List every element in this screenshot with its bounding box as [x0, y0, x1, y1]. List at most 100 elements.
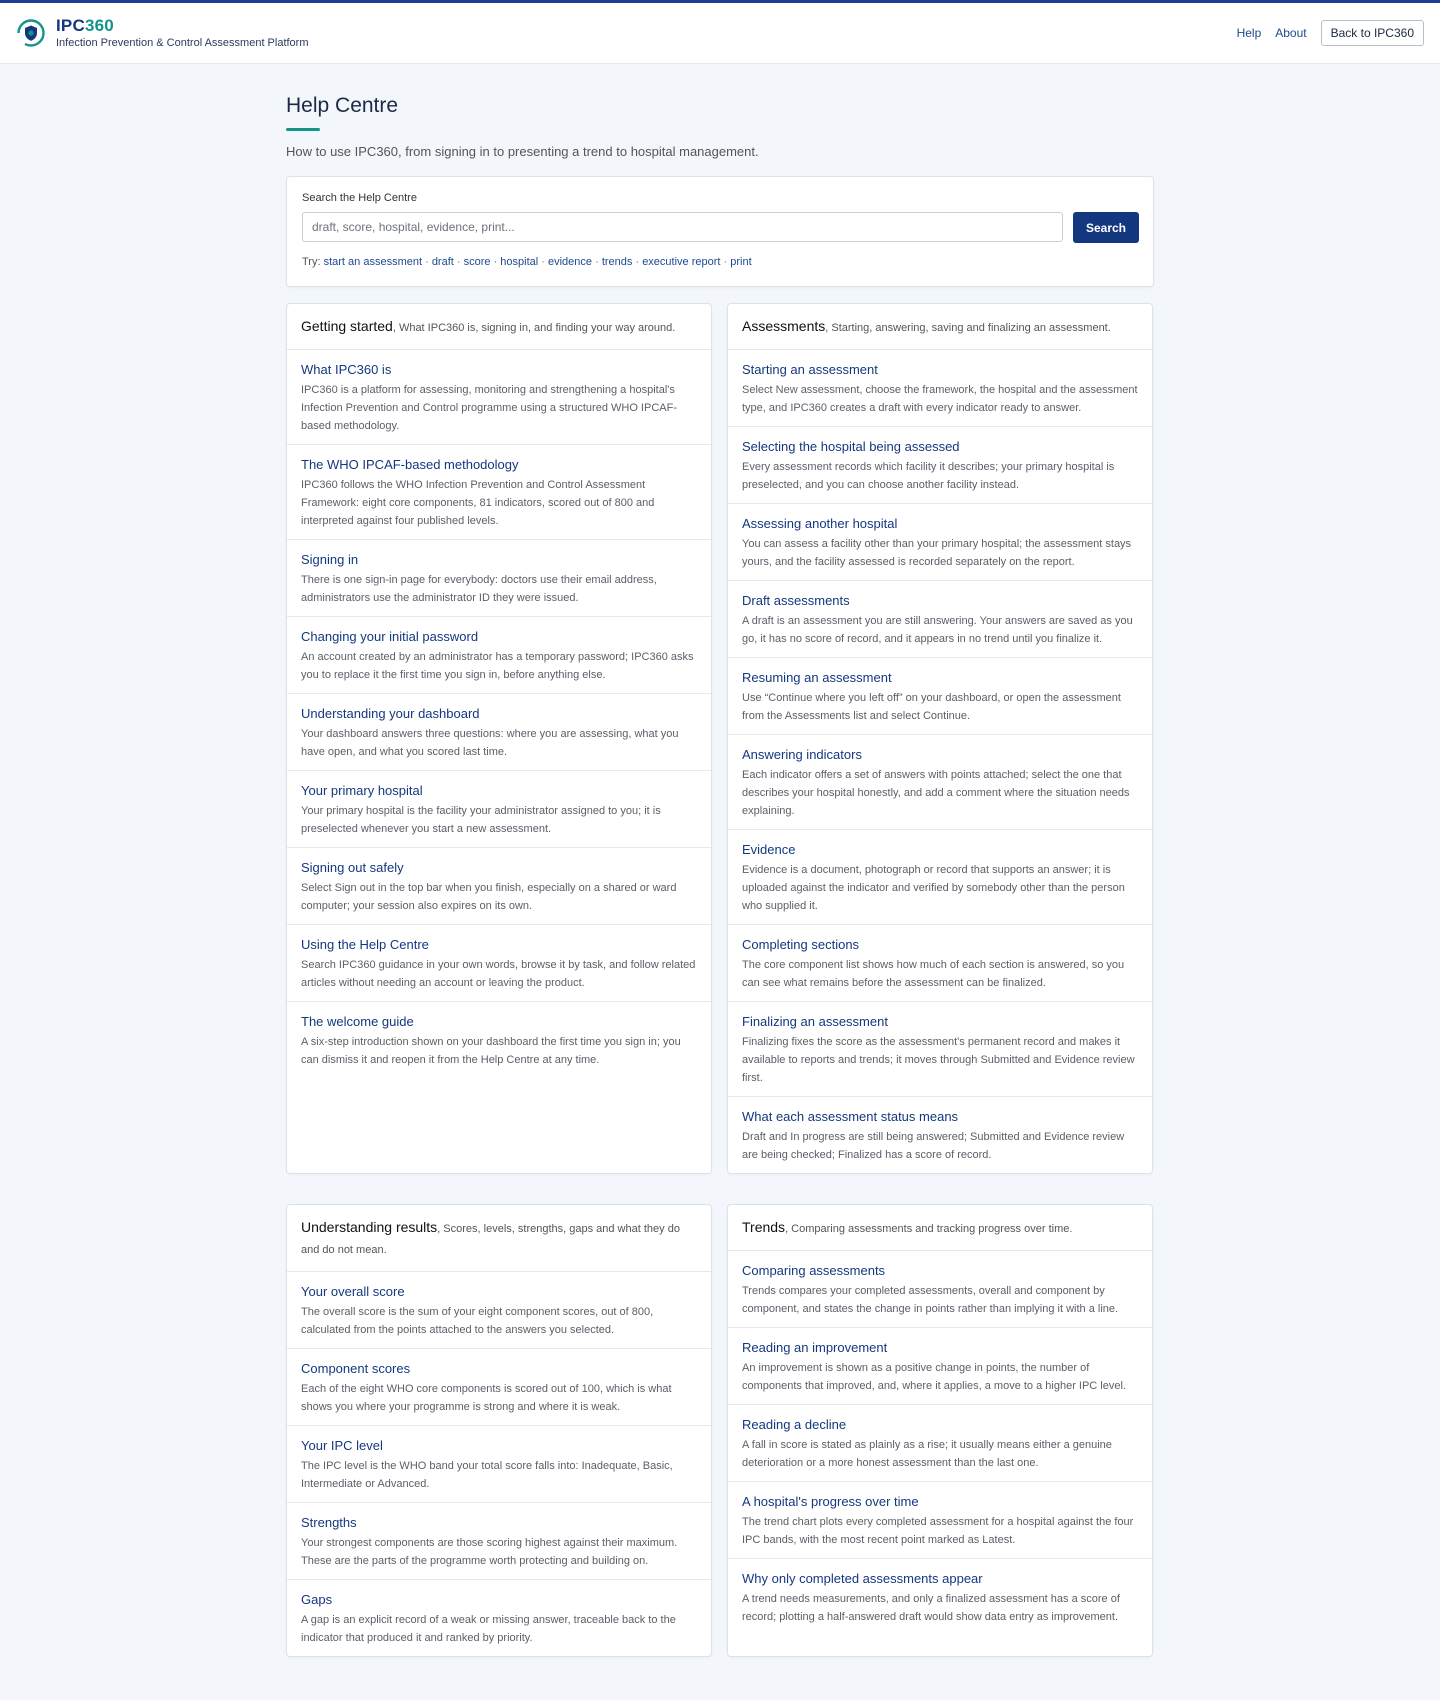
article-summary: An improvement is shown as a positive ch… [742, 1362, 1126, 1392]
article-item: Assessing another hospital You can assess… [728, 504, 1152, 581]
article-item: A hospital's progress over time The trend… [728, 1482, 1152, 1559]
suggestion-link[interactable]: print [730, 256, 751, 268]
article-link[interactable]: A hospital's progress over time [742, 1493, 1138, 1511]
suggestion-separator: · [592, 256, 602, 268]
suggestion-separator: · [632, 256, 643, 268]
suggestion-link[interactable]: score [464, 256, 491, 268]
article-item: Reading a decline A fall in score is stat… [728, 1405, 1152, 1482]
section-header: Understanding results, Scores, levels, s… [287, 1205, 711, 1272]
suggestion-separator: · [490, 256, 501, 268]
article-item: Selecting the hospital being assessed Eve… [728, 427, 1152, 504]
article-item: Finalizing an assessment Finalizing fixes… [728, 1002, 1152, 1097]
article-item: Reading an improvement An improvement is … [728, 1328, 1152, 1405]
search-input[interactable] [302, 212, 1063, 242]
article-item: Resuming an assessment Use “Continue wher… [728, 658, 1152, 735]
article-link[interactable]: Assessing another hospital [742, 515, 1138, 533]
article-item: Starting an assessment Select New assessm… [728, 350, 1152, 427]
brand-subtitle: Infection Prevention & Control Assessmen… [56, 37, 309, 49]
article-link[interactable]: Evidence [742, 841, 1138, 859]
article-link[interactable]: Strengths [301, 1514, 697, 1532]
article-item: Evidence Evidence is a document, photogra… [728, 830, 1152, 925]
article-link[interactable]: Reading a decline [742, 1416, 1138, 1434]
suggestion-separator: · [538, 256, 548, 268]
suggestion-link[interactable]: trends [602, 256, 633, 268]
suggestion-separator: · [720, 256, 731, 268]
section-grid: Getting started, What IPC360 is, signing… [286, 303, 1154, 1657]
article-link[interactable]: What IPC360 is [301, 361, 697, 379]
brand-name: IPC360 [56, 16, 114, 35]
article-summary: A six-step introduction shown on your da… [301, 1036, 681, 1066]
back-to-ipc360-button[interactable]: Back to IPC360 [1320, 20, 1424, 46]
nav-about-link[interactable]: About [1275, 26, 1306, 40]
brand[interactable]: IPC360 Infection Prevention & Control As… [16, 16, 309, 50]
article-link[interactable]: Signing out safely [301, 859, 697, 877]
article-summary: You can assess a facility other than you… [742, 538, 1132, 568]
article-summary: IPC360 is a platform for assessing, moni… [301, 384, 677, 432]
section-header: Trends, Comparing assessments and tracki… [728, 1205, 1152, 1251]
article-link[interactable]: Changing your initial password [301, 628, 697, 646]
search-button[interactable]: Search [1073, 212, 1139, 243]
article-link[interactable]: Your primary hospital [301, 782, 697, 800]
article-link[interactable]: Completing sections [742, 936, 1138, 954]
article-link[interactable]: Comparing assessments [742, 1262, 1138, 1280]
section-card: Trends, Comparing assessments and tracki… [727, 1204, 1153, 1657]
page-title: Help Centre [286, 94, 399, 117]
article-link[interactable]: Understanding your dashboard [301, 705, 697, 723]
suggestion-link[interactable]: draft [432, 256, 454, 268]
article-summary: A trend needs measurements, and only a f… [742, 1593, 1120, 1623]
article-summary: Use “Continue where you left off” on you… [742, 692, 1121, 722]
section-card: Understanding results, Scores, levels, s… [286, 1204, 712, 1657]
article-link[interactable]: What each assessment status means [742, 1108, 1138, 1126]
article-item: Completing sections The core component li… [728, 925, 1152, 1002]
article-summary: A draft is an assessment you are still a… [742, 615, 1133, 645]
section-card: Getting started, What IPC360 is, signing… [286, 303, 712, 1174]
article-item: Understanding your dashboard Your dashboa… [287, 694, 711, 771]
article-link[interactable]: Using the Help Centre [301, 936, 697, 954]
article-summary: Search IPC360 guidance in your own words… [301, 959, 696, 989]
article-link[interactable]: Answering indicators [742, 746, 1138, 764]
article-item: Component scores Each of the eight WHO co… [287, 1349, 711, 1426]
article-link[interactable]: Gaps [301, 1591, 697, 1609]
main-content: Help Centre How to use IPC360, from sign… [286, 64, 1154, 1657]
article-link[interactable]: Signing in [301, 551, 697, 569]
article-link[interactable]: Your IPC level [301, 1437, 697, 1455]
article-summary: Each indicator offers a set of answers w… [742, 769, 1130, 817]
article-link[interactable]: Reading an improvement [742, 1339, 1138, 1357]
article-link[interactable]: Your overall score [301, 1283, 697, 1301]
search-suggestions: Try: start an assessment · draft · score… [302, 256, 1139, 268]
nav-help-link[interactable]: Help [1237, 26, 1262, 40]
section-description: , Starting, answering, saving and finali… [825, 322, 1111, 334]
article-summary: The trend chart plots every completed as… [742, 1516, 1134, 1546]
article-link[interactable]: The WHO IPCAF-based methodology [301, 456, 697, 474]
article-link[interactable]: Selecting the hospital being assessed [742, 438, 1138, 456]
article-item: Strengths Your strongest components are t… [287, 1503, 711, 1580]
article-link[interactable]: Draft assessments [742, 592, 1138, 610]
suggestion-link[interactable]: executive report [642, 256, 720, 268]
suggestion-separator: · [422, 256, 432, 268]
article-item: Why only completed assessments appear A t… [728, 1559, 1152, 1635]
article-item: Your primary hospital Your primary hospit… [287, 771, 711, 848]
suggestion-link[interactable]: hospital [500, 256, 538, 268]
section-description: , Comparing assessments and tracking pro… [785, 1223, 1073, 1235]
article-link[interactable]: Starting an assessment [742, 361, 1138, 379]
article-summary: There is one sign-in page for everybody:… [301, 574, 657, 604]
section-title: Trends [742, 1219, 786, 1235]
article-summary: Every assessment records which facility … [742, 461, 1115, 491]
article-item: Draft assessments A draft is an assessmen… [728, 581, 1152, 658]
suggestion-link[interactable]: start an assessment [324, 256, 422, 268]
section-description: , What IPC360 is, signing in, and findin… [392, 322, 676, 334]
shield-logo-icon [16, 19, 45, 47]
suggestion-separator: · [453, 256, 464, 268]
suggestion-link[interactable]: evidence [548, 256, 592, 268]
article-item: The welcome guide A six-step introduction… [287, 1002, 711, 1078]
article-item: Answering indicators Each indicator offer… [728, 735, 1152, 830]
article-summary: An account created by an administrator h… [301, 651, 694, 681]
article-link[interactable]: The welcome guide [301, 1013, 697, 1031]
article-item: What each assessment status means Draft a… [728, 1097, 1152, 1173]
article-link[interactable]: Resuming an assessment [742, 669, 1138, 687]
article-link[interactable]: Why only completed assessments appear [742, 1570, 1138, 1588]
article-link[interactable]: Finalizing an assessment [742, 1013, 1138, 1031]
article-link[interactable]: Component scores [301, 1360, 697, 1378]
article-summary: Your primary hospital is the facility yo… [301, 805, 661, 835]
try-label: Try: [302, 256, 321, 268]
